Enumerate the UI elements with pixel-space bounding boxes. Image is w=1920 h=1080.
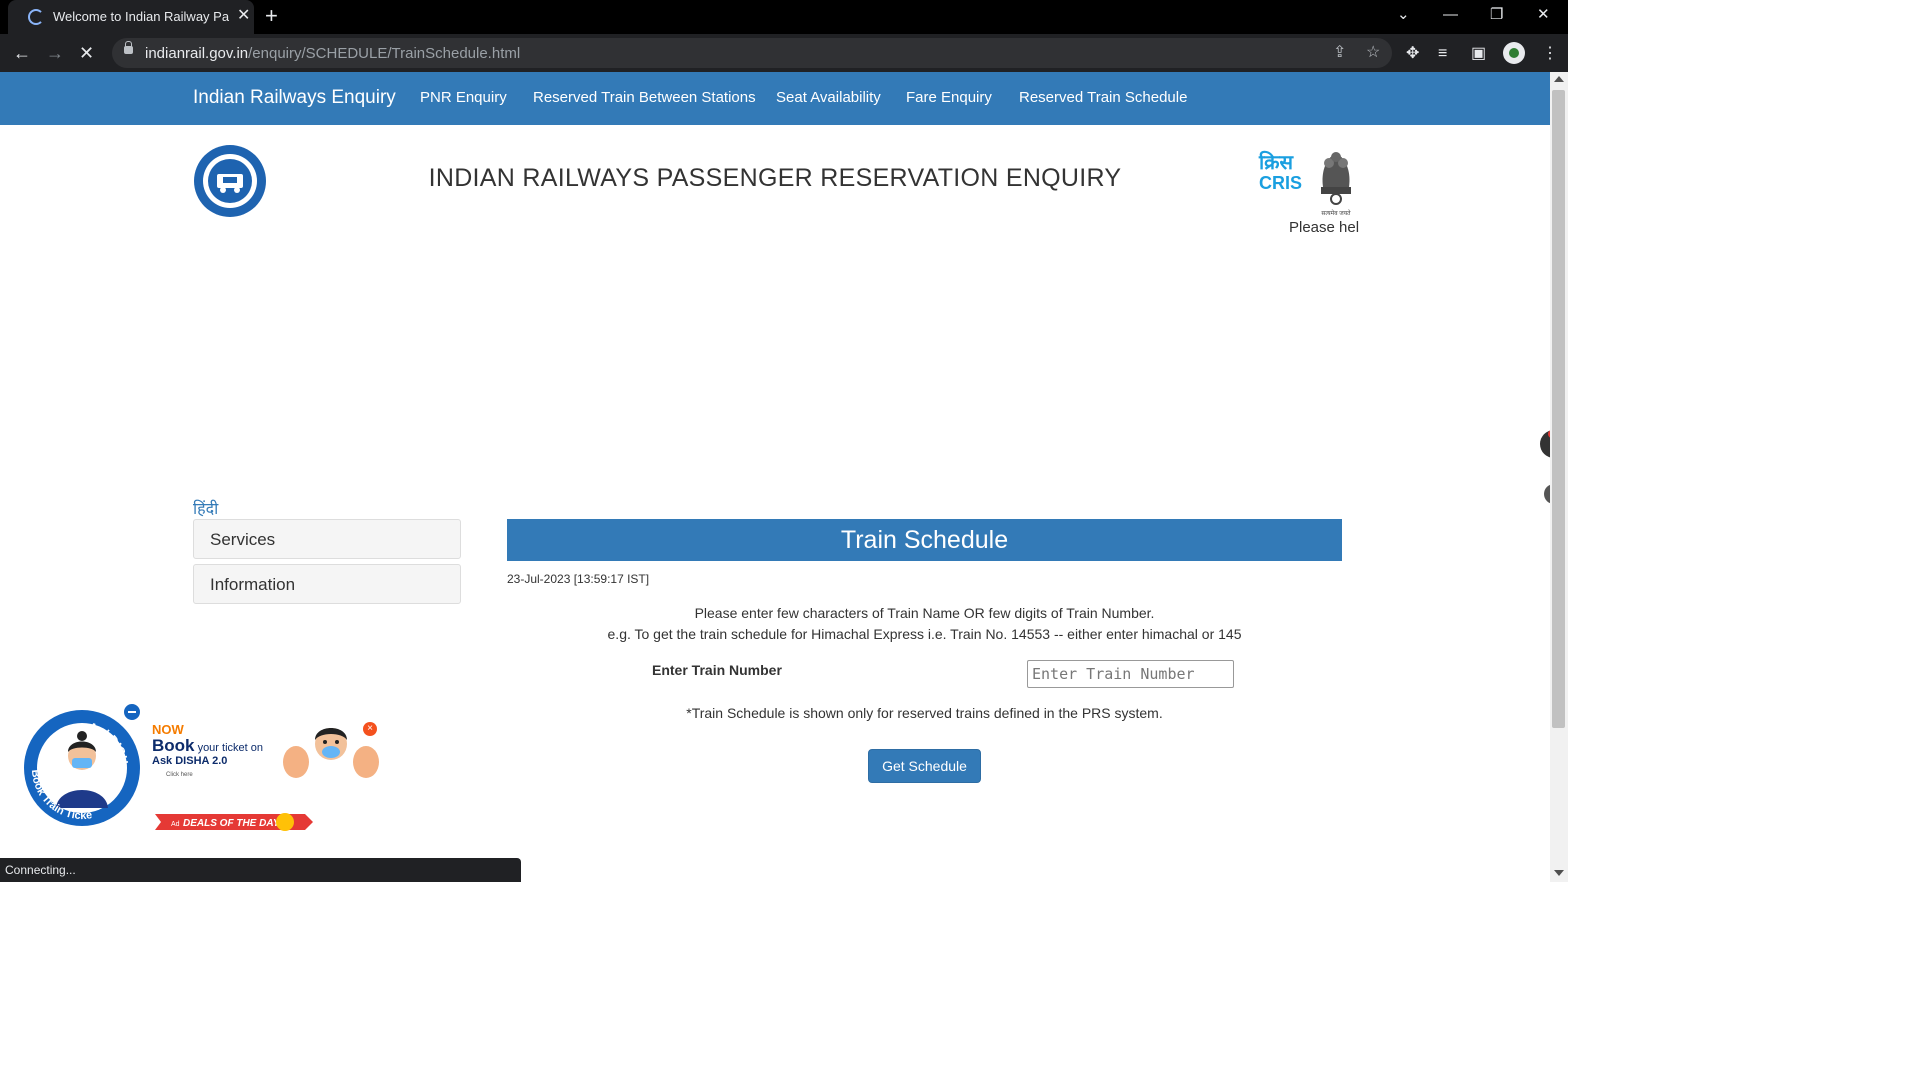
promo-book-rest: your ticket on <box>197 742 263 754</box>
national-emblem-icon: सत्यमेव जयते <box>1321 152 1351 217</box>
navbar-brand[interactable]: Indian Railways Enquiry <box>193 87 396 109</box>
promo-now: NOW <box>152 722 184 737</box>
services-panel-label: Services <box>210 530 276 549</box>
instruction-line-1: Please enter few characters of Train Nam… <box>694 605 1155 621</box>
vertical-scrollbar[interactable] <box>1550 72 1568 882</box>
back-icon[interactable]: ← <box>13 42 31 64</box>
sidepanel-icon[interactable]: ▣ <box>1471 44 1486 64</box>
address-bar[interactable]: indianrail.gov.in/enquiry/SCHEDULE/Train… <box>112 38 1392 68</box>
scrollbar-thumb[interactable] <box>1552 90 1565 728</box>
puzzle-icon[interactable]: ✥ <box>1406 44 1419 64</box>
cris-hindi-text: क्रिस <box>1259 152 1294 174</box>
scroll-down-arrow-icon[interactable] <box>1554 870 1564 876</box>
restore-icon[interactable]: ❐ <box>1490 4 1503 26</box>
window-close-icon[interactable]: ✕ <box>1537 4 1550 26</box>
side-robot-widget-icon[interactable] <box>1540 424 1550 514</box>
active-tab[interactable]: Welcome to Indian Railway Passe ✕ <box>8 0 254 34</box>
media-icon[interactable]: ≡ <box>1438 44 1447 64</box>
lock-icon[interactable] <box>124 41 133 54</box>
tab-search-chevron-icon[interactable]: ⌄ <box>1397 4 1410 26</box>
nav-seat-availability[interactable]: Seat Availability <box>776 89 881 106</box>
services-panel[interactable]: Services <box>193 519 461 559</box>
help-text: Please hel <box>1289 219 1360 236</box>
url-text[interactable]: indianrail.gov.in/enquiry/SCHEDULE/Train… <box>145 45 520 62</box>
scroll-up-arrow-icon[interactable] <box>1554 76 1564 82</box>
forward-icon[interactable]: → <box>46 42 64 64</box>
emblem-motto: सत्यमेव जयते <box>1321 209 1351 217</box>
server-timestamp: 23-Jul-2023 [13:59:17 IST] <box>507 572 650 586</box>
close-icon[interactable]: ✕ <box>237 6 250 26</box>
stop-icon[interactable]: ✕ <box>79 42 94 64</box>
get-schedule-button[interactable]: Get Schedule <box>868 749 981 783</box>
status-text: Connecting... <box>5 863 76 877</box>
minimize-promo-icon[interactable] <box>122 702 142 722</box>
promo-disha: Ask DISHA 2.0 <box>152 755 228 767</box>
tab-strip: Welcome to Indian Railway Passe ✕ + ⌄ — … <box>0 0 1568 34</box>
deals-of-the-day-banner[interactable]: Ad DEALS OF THE DAY <box>155 810 313 832</box>
cris-text: CRIS <box>1259 173 1303 193</box>
promo-click-here[interactable]: Click here <box>166 772 193 778</box>
ad-label: Ad <box>171 821 180 828</box>
information-panel[interactable]: Information <box>193 564 461 604</box>
url-path: /enquiry/SCHEDULE/TrainSchedule.html <box>248 45 521 62</box>
train-schedule-heading: Train Schedule <box>507 519 1342 561</box>
profile-avatar[interactable] <box>1503 42 1525 64</box>
menu-dots-icon[interactable]: ⋮ <box>1542 44 1558 64</box>
prs-note: *Train Schedule is shown only for reserv… <box>686 705 1163 721</box>
site-navbar: Indian Railways Enquiry PNR Enquiry Rese… <box>0 72 1550 125</box>
new-tab-plus-icon[interactable]: + <box>265 2 278 30</box>
minimize-icon[interactable]: — <box>1443 4 1458 26</box>
information-panel-label: Information <box>210 575 296 594</box>
share-icon[interactable]: ⇪ <box>1333 43 1346 63</box>
askdisha-badge[interactable]: AskDISHA 2.0 Book Train Ticket <box>22 708 142 828</box>
train-number-label: Enter Train Number <box>652 662 782 678</box>
promo-book-line: Book your ticket on <box>152 736 263 756</box>
tab-title: Welcome to Indian Railway Passe <box>53 9 229 24</box>
promo-book: Book <box>152 736 195 755</box>
nav-pnr-enquiry[interactable]: PNR Enquiry <box>420 89 507 106</box>
browser-toolbar: ← → ✕ indianrail.gov.in/enquiry/SCHEDULE… <box>0 34 1568 72</box>
deals-label: DEALS OF THE DAY <box>183 818 281 829</box>
nav-reserved-train-between-stations[interactable]: Reserved Train Between Stations <box>533 89 756 106</box>
train-number-input[interactable] <box>1027 660 1234 688</box>
promo-close-icon[interactable]: × <box>363 722 377 736</box>
nav-fare-enquiry[interactable]: Fare Enquiry <box>906 89 992 106</box>
url-domain: indianrail.gov.in <box>145 45 249 62</box>
hindi-language-link[interactable]: हिंदी <box>193 497 218 519</box>
instruction-line-2: e.g. To get the train schedule for Himac… <box>607 626 1242 642</box>
page-viewport: Indian Railways Enquiry PNR Enquiry Rese… <box>0 72 1550 882</box>
browser-status-bar: Connecting... <box>0 858 521 882</box>
star-icon[interactable]: ☆ <box>1366 43 1380 63</box>
loading-spinner-icon <box>28 9 44 25</box>
nav-reserved-train-schedule[interactable]: Reserved Train Schedule <box>1019 89 1187 106</box>
